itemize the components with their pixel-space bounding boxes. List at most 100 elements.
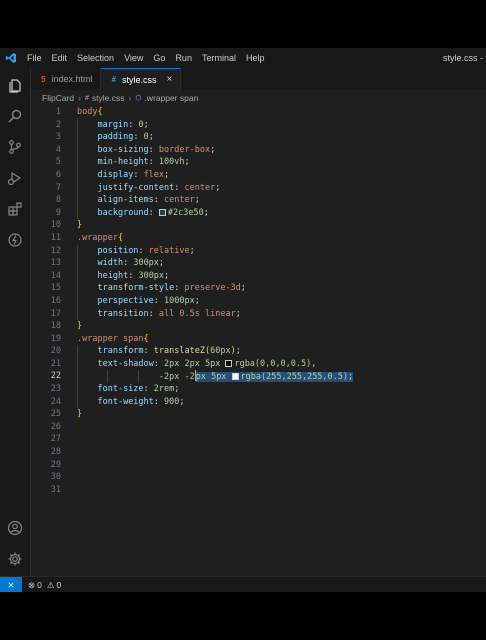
line-number: 10 [50, 220, 61, 231]
code-line[interactable]: font-weight: 900; [77, 395, 486, 409]
breadcrumb-selector[interactable]: .wrapper span [144, 93, 198, 103]
tab-label: index.html [51, 74, 93, 84]
line-number: 8 [55, 195, 61, 206]
title-bar: File Edit Selection View Go Run Terminal… [0, 48, 486, 68]
code-line[interactable] [77, 471, 486, 484]
code-line[interactable]: .wrapper span{ [77, 333, 486, 346]
line-number: 16 [50, 295, 61, 306]
color-swatch[interactable] [158, 208, 166, 216]
line-number: 21 [50, 358, 61, 369]
code-line[interactable]: .wrapper{ [77, 232, 486, 245]
line-number: 22 [50, 371, 61, 382]
run-debug-icon[interactable] [0, 163, 30, 193]
tab-index-html[interactable]: 5 index.html [31, 68, 102, 90]
code-line[interactable]: transform: translateZ(60px); [77, 345, 486, 358]
line-number: 30 [50, 472, 61, 483]
menu-selection[interactable]: Selection [72, 48, 119, 68]
activity-bar [0, 68, 31, 576]
code-line[interactable]: } [77, 320, 486, 333]
color-swatch[interactable] [225, 359, 233, 367]
line-number: 31 [50, 484, 61, 495]
code-line[interactable]: transform-style: preserve-3d; [77, 282, 486, 295]
window-title: style.css - fli [442, 53, 486, 63]
remote-icon[interactable]: ⨯ [0, 577, 22, 592]
warning-icon: ⚠ [46, 579, 55, 590]
code-line[interactable]: align-items: center; [77, 194, 486, 207]
code-line[interactable]: transition: all 0.5s linear; [77, 307, 486, 321]
code-line[interactable]: background: #2c3e50; [77, 206, 486, 220]
line-number: 6 [55, 169, 61, 180]
code-line[interactable] [77, 484, 486, 497]
code-line[interactable] [77, 446, 486, 459]
code-line[interactable]: body{ [77, 106, 486, 119]
search-icon[interactable] [0, 101, 30, 131]
color-swatch[interactable] [231, 373, 239, 381]
editor-tabs: 5 index.html # style.css × [31, 68, 486, 90]
code-line[interactable]: padding: 0; [77, 131, 486, 144]
line-number: 28 [50, 447, 61, 458]
code-line[interactable]: } [77, 219, 486, 232]
line-number: 14 [50, 270, 61, 281]
line-number: 7 [55, 182, 61, 193]
code-line[interactable]: width: 300px; [77, 257, 486, 270]
vscode-window: File Edit Selection View Go Run Terminal… [0, 48, 486, 592]
menu-edit[interactable]: Edit [47, 48, 73, 68]
line-number: 20 [50, 346, 61, 357]
vscode-logo-icon[interactable] [0, 48, 22, 68]
line-number: 15 [50, 283, 61, 294]
code-line[interactable] [77, 433, 486, 446]
line-number: 13 [50, 258, 61, 269]
tab-style-css[interactable]: # style.css × [101, 68, 182, 90]
menu-help[interactable]: Help [241, 48, 270, 68]
chevron-right-icon: › [78, 93, 81, 103]
menu-view[interactable]: View [119, 48, 148, 68]
code-line[interactable]: box-sizing: border-box; [77, 143, 486, 157]
code-line[interactable]: text-shadow: 2px 2px 5px rgba(0,0,0,0.5)… [77, 357, 486, 371]
breadcrumb: FlipCard › # style.css › ⬡ .wrapper span [31, 90, 486, 106]
remote-explorer-icon[interactable] [0, 225, 30, 255]
error-icon: ⊗ [28, 579, 36, 590]
code-area[interactable]: body{ margin: 0; padding: 0; box-sizing:… [77, 106, 486, 496]
code-line[interactable]: margin: 0; [77, 118, 486, 132]
text-selection[interactable]: px 5px rgba(255,255,255,0.5); [195, 372, 354, 383]
menu-go[interactable]: Go [148, 48, 170, 68]
code-line[interactable]: font-size: 2rem; [77, 383, 486, 396]
problems-indicator[interactable]: ⊗ 0 ⚠ 0 [28, 580, 61, 591]
css-file-icon: # [84, 94, 89, 102]
line-number: 18 [50, 321, 61, 332]
code-line-current[interactable]: -2px -2px 5px rgba(255,255,255,0.5); [77, 370, 486, 384]
code-line[interactable]: justify-content: center; [77, 181, 486, 195]
code-line[interactable]: perspective: 1000px; [77, 294, 486, 308]
line-number: 29 [50, 459, 61, 470]
line-number: 1 [55, 107, 61, 117]
line-number: 2 [55, 119, 61, 130]
code-editor[interactable]: 1 2 3 4 5 6 7 8 9 10 11 12 13 14 15 16 17 18 19 20 21 22 23 24 2… [31, 106, 486, 576]
breadcrumb-folder[interactable]: FlipCard [42, 93, 74, 103]
code-line[interactable] [77, 459, 486, 472]
code-line[interactable] [77, 421, 486, 434]
settings-gear-icon[interactable] [0, 544, 30, 574]
code-line[interactable]: min-height: 100vh; [77, 156, 486, 169]
line-number: 27 [50, 434, 61, 445]
line-number: 24 [50, 396, 61, 407]
menu-terminal[interactable]: Terminal [197, 48, 241, 68]
code-line[interactable]: display: flex; [77, 168, 486, 182]
line-number: 4 [55, 144, 61, 155]
line-number: 3 [55, 132, 61, 143]
line-number: 19 [50, 333, 61, 344]
css-file-icon: # [111, 75, 116, 84]
code-line[interactable]: position: relative; [77, 244, 486, 258]
code-line[interactable]: height: 300px; [77, 269, 486, 283]
code-line[interactable]: } [77, 408, 486, 421]
explorer-icon[interactable] [0, 70, 30, 100]
breadcrumb-file[interactable]: style.css [92, 93, 125, 103]
menu-file[interactable]: File [22, 48, 47, 68]
menu-run[interactable]: Run [170, 48, 197, 68]
extensions-icon[interactable] [0, 194, 30, 224]
account-icon[interactable] [0, 513, 30, 543]
chevron-right-icon: › [128, 93, 132, 103]
source-control-icon[interactable] [0, 132, 30, 162]
close-tab-icon[interactable]: × [166, 74, 172, 85]
html-file-icon: 5 [41, 74, 46, 84]
line-number: 17 [50, 308, 61, 319]
